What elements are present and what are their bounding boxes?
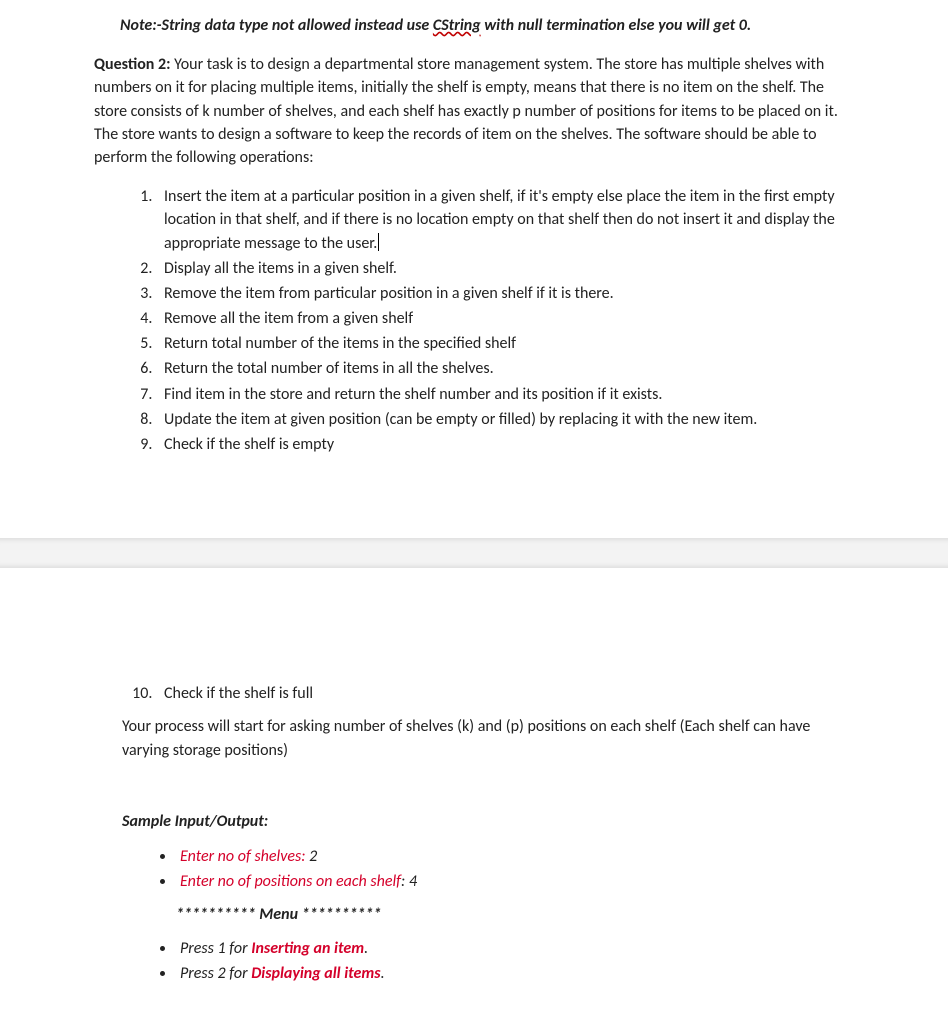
bottom-margin-space — [0, 458, 948, 538]
list-item: Check if the shelf is empty — [156, 433, 854, 456]
process-paragraph: Your process will start for asking numbe… — [122, 715, 854, 761]
operations-list-top: Insert the item at a particular position… — [104, 185, 854, 456]
sample-io-heading: Sample Input/Output: — [122, 810, 854, 833]
list-item: Remove the item from particular position… — [156, 282, 854, 305]
menu-items-list: Press 1 for Inserting an item. Press 2 f… — [150, 937, 854, 985]
note-suffix: with null termination else you will get … — [481, 16, 752, 35]
question-paragraph: Question 2: Your task is to design a dep… — [94, 53, 854, 169]
list-item: Check if the shelf is full — [156, 682, 854, 705]
operation-text: Remove all the item from a given shelf — [164, 309, 413, 328]
menu-prefix: Press 1 for — [180, 939, 251, 958]
list-item: Update the item at given position (can b… — [156, 408, 854, 431]
menu-period: . — [381, 964, 385, 983]
operation-text: Find item in the store and return the sh… — [164, 385, 662, 404]
question-label: Question 2: — [94, 55, 171, 74]
operation-text: Remove the item from particular position… — [164, 284, 614, 303]
list-item: Press 1 for Inserting an item. — [176, 937, 854, 960]
list-item: Insert the item at a particular position… — [156, 185, 854, 255]
operation-text: Return total number of the items in the … — [164, 334, 516, 353]
list-item: Remove all the item from a given shelf — [156, 307, 854, 330]
sample-value: 2 — [306, 847, 318, 866]
question-body: Your task is to design a departmental st… — [94, 55, 838, 167]
note-squiggle-word: CString — [433, 16, 481, 35]
document-page: Note:-String data type not allowed inste… — [0, 0, 948, 985]
list-item: Enter no of positions on each shelf: 4 — [176, 870, 854, 893]
note-prefix: Note:-String data type not allowed inste… — [120, 16, 433, 35]
list-item: Find item in the store and return the sh… — [156, 383, 854, 406]
note-line: Note:-String data type not allowed inste… — [120, 14, 854, 37]
top-margin-space — [0, 568, 948, 668]
operations-list-continued: Check if the shelf is full — [104, 682, 854, 705]
operation-text: Update the item at given position (can b… — [164, 410, 757, 429]
menu-header-line: ********** Menu ********** — [176, 903, 854, 926]
sample-label: Enter no of shelves: — [180, 847, 306, 866]
operation-text: Return the total number of items in all … — [164, 359, 494, 378]
operation-text: Insert the item at a particular position… — [164, 187, 835, 252]
operation-text: Check if the shelf is full — [164, 684, 313, 703]
list-item: Press 2 for Displaying all items. — [176, 962, 854, 985]
operation-text: Check if the shelf is empty — [164, 435, 334, 454]
menu-period: . — [364, 939, 368, 958]
sample-input-list: Enter no of shelves: 2 Enter no of posit… — [150, 845, 854, 893]
operation-text: Display all the items in a given shelf. — [164, 259, 397, 278]
list-item: Enter no of shelves: 2 — [176, 845, 854, 868]
list-item: Display all the items in a given shelf. — [156, 257, 854, 280]
page-content-bottom: Check if the shelf is full Your process … — [0, 668, 948, 985]
menu-action: Inserting an item — [251, 939, 364, 958]
sample-suffix: : 4 — [401, 872, 417, 891]
sample-label: Enter no of positions on each shelf — [180, 872, 401, 891]
list-item: Return total number of the items in the … — [156, 332, 854, 355]
page-content-top: Note:-String data type not allowed inste… — [0, 0, 948, 456]
menu-action: Displaying all items — [251, 964, 380, 983]
page-break-gap — [0, 538, 948, 568]
menu-prefix: Press 2 for — [180, 964, 251, 983]
list-item: Return the total number of items in all … — [156, 357, 854, 380]
